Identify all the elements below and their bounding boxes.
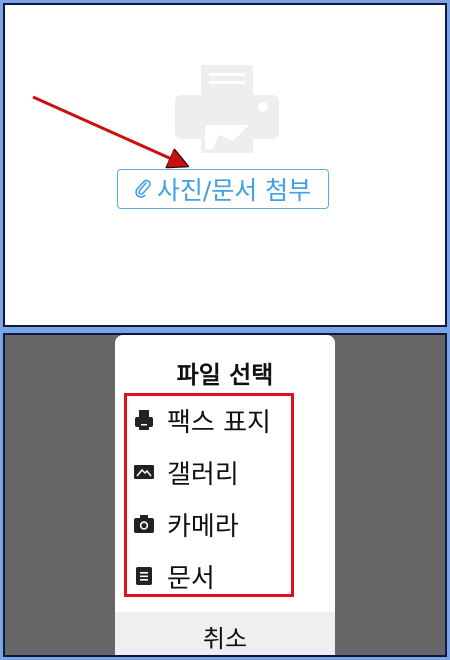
- file-picker-sheet: 파일 선택 팩스 표지 갤러리 카메라 문서 취소: [115, 335, 335, 655]
- option-label: 팩스 표지: [167, 407, 271, 438]
- bottom-screen-overlay: 파일 선택 팩스 표지 갤러리 카메라 문서 취소: [3, 333, 447, 657]
- attach-photo-document-button[interactable]: 사진/문서 첨부: [117, 169, 329, 209]
- document-icon: [136, 567, 152, 585]
- option-document[interactable]: 문서: [127, 556, 291, 596]
- file-picker-title: 파일 선택: [176, 361, 274, 389]
- annotation-arrow: [32, 95, 447, 327]
- option-label: 카메라: [167, 511, 239, 542]
- top-screen-frame: 사진/문서 첨부: [0, 0, 450, 330]
- fax-icon: [135, 410, 153, 430]
- option-gallery[interactable]: 갤러리: [127, 452, 291, 492]
- option-fax-cover[interactable]: 팩스 표지: [127, 400, 291, 440]
- option-list-highlight: 팩스 표지 갤러리 카메라 문서: [124, 393, 294, 597]
- attach-button-label: 사진/문서 첨부: [156, 176, 312, 205]
- bottom-screen-frame: 파일 선택 팩스 표지 갤러리 카메라 문서 취소: [0, 330, 450, 660]
- option-label: 문서: [167, 563, 215, 594]
- option-camera[interactable]: 카메라: [127, 504, 291, 544]
- option-label: 갤러리: [167, 459, 239, 490]
- camera-icon: [134, 515, 154, 533]
- cancel-button[interactable]: 취소: [115, 612, 335, 655]
- gallery-icon: [134, 465, 154, 479]
- fax-machine-icon: [175, 65, 279, 153]
- top-screen: 사진/문서 첨부: [3, 3, 447, 327]
- paperclip-icon: [135, 179, 151, 198]
